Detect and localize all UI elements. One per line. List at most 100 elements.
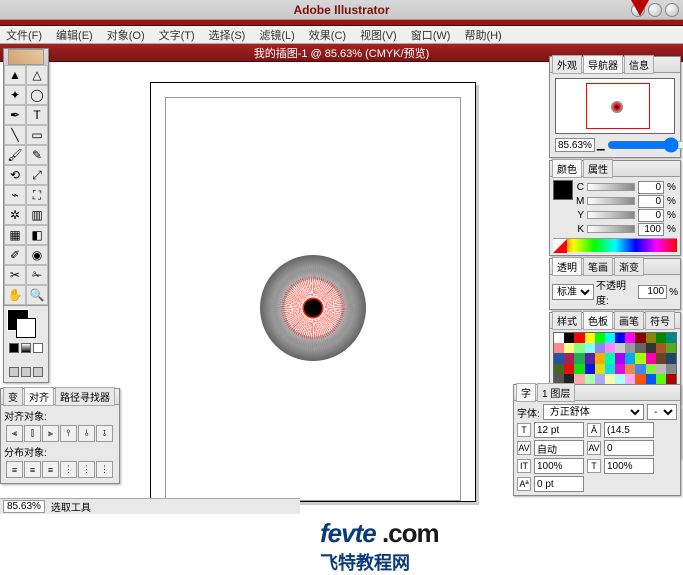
- swatch-cell[interactable]: [666, 374, 676, 384]
- zoom-out-icon[interactable]: ▁: [597, 140, 605, 151]
- tab-swatches[interactable]: 色板: [583, 311, 613, 330]
- graph-tool[interactable]: ▥: [26, 205, 48, 225]
- swatch-cell[interactable]: [554, 353, 564, 363]
- tab-appearance[interactable]: 外观: [552, 55, 582, 74]
- blend-mode-select[interactable]: 标准: [552, 284, 594, 300]
- align-hcenter-icon[interactable]: ⫿: [24, 425, 41, 442]
- menu-object[interactable]: 对象(O): [107, 27, 145, 43]
- line-tool[interactable]: ╲: [4, 125, 26, 145]
- swatch-cell[interactable]: [635, 343, 645, 353]
- swatch-cell[interactable]: [666, 364, 676, 374]
- align-bottom-icon[interactable]: ⫱: [96, 425, 113, 442]
- swatch-cell[interactable]: [656, 343, 666, 353]
- swatch-cell[interactable]: [564, 333, 574, 343]
- vscale-field[interactable]: 100%: [534, 458, 584, 474]
- channel-slider[interactable]: [587, 211, 635, 219]
- swatch-cell[interactable]: [656, 353, 666, 363]
- swatch-cell[interactable]: [585, 364, 595, 374]
- swatch-cell[interactable]: [635, 333, 645, 343]
- tab-info[interactable]: 信息: [624, 55, 654, 74]
- swatch-cell[interactable]: [625, 353, 635, 363]
- blend-tool[interactable]: ◉: [26, 245, 48, 265]
- dist-top-icon[interactable]: ≡: [6, 461, 23, 478]
- swatch-cell[interactable]: [635, 353, 645, 363]
- swatch-cell[interactable]: [615, 353, 625, 363]
- font-style-select[interactable]: -: [647, 404, 677, 420]
- swatch-cell[interactable]: [635, 364, 645, 374]
- zoom-value[interactable]: 85.63%: [555, 138, 595, 152]
- swatch-cell[interactable]: [585, 343, 595, 353]
- tab-align[interactable]: 对齐: [24, 387, 54, 406]
- swatch-cell[interactable]: [666, 343, 676, 353]
- screen-mode-full-menu-icon[interactable]: [21, 367, 31, 377]
- tab-layercount[interactable]: 1 图层: [537, 383, 575, 402]
- dist-left-icon[interactable]: ⋮: [60, 461, 77, 478]
- magic-wand-tool[interactable]: ✦: [4, 85, 26, 105]
- screen-mode-standard-icon[interactable]: [9, 367, 19, 377]
- rotate-tool[interactable]: ⟲: [4, 165, 26, 185]
- swatch-cell[interactable]: [635, 374, 645, 384]
- swatch-cell[interactable]: [564, 343, 574, 353]
- tab-gradient[interactable]: 渐变: [614, 257, 644, 276]
- color-fillstroke-swatch[interactable]: [553, 180, 573, 200]
- menu-edit[interactable]: 编辑(E): [56, 27, 93, 43]
- channel-slider[interactable]: [587, 197, 635, 205]
- align-left-icon[interactable]: ⫷: [6, 425, 23, 442]
- tab-navigator[interactable]: 导航器: [583, 55, 623, 74]
- lasso-tool[interactable]: ◯: [26, 85, 48, 105]
- menu-select[interactable]: 选择(S): [209, 27, 246, 43]
- swatch-cell[interactable]: [574, 364, 584, 374]
- align-vcenter-icon[interactable]: ⫰: [78, 425, 95, 442]
- tab-brushes[interactable]: 画笔: [614, 311, 644, 330]
- align-right-icon[interactable]: ⫸: [42, 425, 59, 442]
- swatch-cell[interactable]: [656, 374, 666, 384]
- swatch-cell[interactable]: [595, 374, 605, 384]
- swatch-cell[interactable]: [646, 333, 656, 343]
- leading-field[interactable]: (14.5: [604, 422, 654, 438]
- kerning-field[interactable]: 自动: [534, 440, 584, 456]
- tab-color[interactable]: 颜色: [552, 159, 582, 178]
- tab-pathfinder[interactable]: 路径寻找器: [55, 387, 115, 406]
- channel-slider[interactable]: [587, 225, 635, 233]
- swatch-cell[interactable]: [605, 343, 615, 353]
- swatch-cell[interactable]: [656, 364, 666, 374]
- screen-mode-full-icon[interactable]: [33, 367, 43, 377]
- paintbrush-tool[interactable]: 🖌: [4, 145, 26, 165]
- gradient-tool[interactable]: ◧: [26, 225, 48, 245]
- swatch-cell[interactable]: [595, 343, 605, 353]
- tab-character[interactable]: 字: [516, 383, 536, 402]
- swatch-cell[interactable]: [615, 364, 625, 374]
- swatch-cell[interactable]: [554, 364, 564, 374]
- swatch-cell[interactable]: [625, 333, 635, 343]
- pencil-tool[interactable]: ✎: [26, 145, 48, 165]
- swatch-cell[interactable]: [574, 353, 584, 363]
- close-button[interactable]: [665, 3, 679, 17]
- direct-selection-tool[interactable]: △: [26, 65, 48, 85]
- warp-tool[interactable]: ⌁: [4, 185, 26, 205]
- font-family-select[interactable]: 方正舒体: [543, 404, 644, 420]
- swatch-cell[interactable]: [625, 364, 635, 374]
- swatch-cell[interactable]: [615, 374, 625, 384]
- swatch-cell[interactable]: [666, 353, 676, 363]
- channel-value[interactable]: 0: [638, 209, 664, 222]
- menu-effect[interactable]: 效果(C): [309, 27, 346, 43]
- scale-tool[interactable]: ⤢: [26, 165, 48, 185]
- free-transform-tool[interactable]: ⛶: [26, 185, 48, 205]
- dist-right-icon[interactable]: ⋮: [96, 461, 113, 478]
- swatch-cell[interactable]: [625, 374, 635, 384]
- swatch-cell[interactable]: [646, 364, 656, 374]
- align-top-icon[interactable]: ⫯: [60, 425, 77, 442]
- tab-symbols[interactable]: 符号: [645, 311, 675, 330]
- swatch-cell[interactable]: [554, 333, 564, 343]
- swatch-cell[interactable]: [595, 353, 605, 363]
- hscale-field[interactable]: 100%: [604, 458, 654, 474]
- dist-hcenter-icon[interactable]: ⋮: [78, 461, 95, 478]
- menu-type[interactable]: 文字(T): [159, 27, 195, 43]
- swatch-cell[interactable]: [564, 364, 574, 374]
- dist-vcenter-icon[interactable]: ≡: [24, 461, 41, 478]
- swatch-cell[interactable]: [595, 364, 605, 374]
- baseline-field[interactable]: 0 pt: [534, 476, 584, 492]
- menu-window[interactable]: 窗口(W): [411, 27, 451, 43]
- tab-attributes[interactable]: 属性: [583, 159, 613, 178]
- rectangle-tool[interactable]: ▭: [26, 125, 48, 145]
